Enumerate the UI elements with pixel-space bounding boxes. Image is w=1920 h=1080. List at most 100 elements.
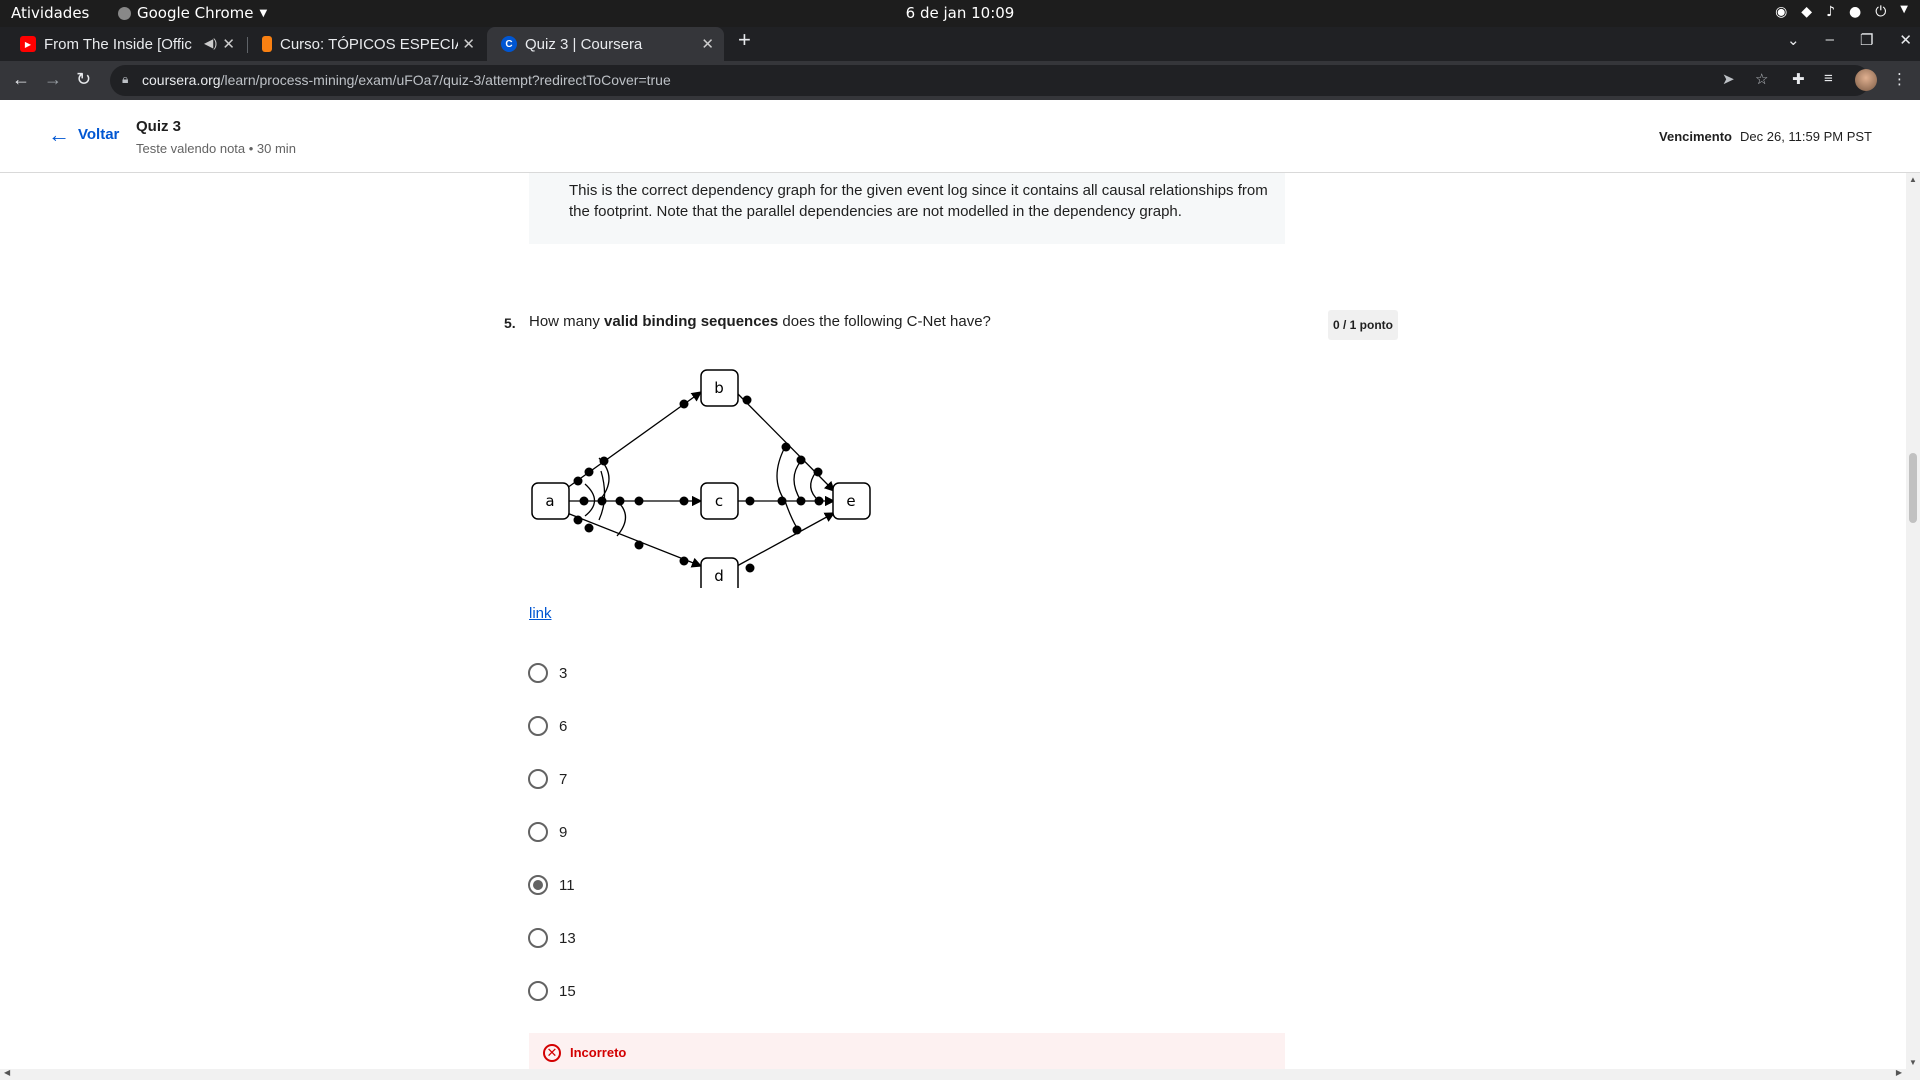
chrome-app-icon (118, 6, 131, 20)
answer-option[interactable]: 11 (528, 874, 575, 896)
back-label: Voltar (78, 126, 120, 143)
app-menu[interactable]: Google Chrome ▼ (118, 4, 267, 22)
node-label: d (714, 567, 724, 585)
tab-search-icon[interactable]: ⌄ (1787, 31, 1800, 49)
discord-icon[interactable]: ◉ (1775, 4, 1787, 20)
quiz-title: Quiz 3 (136, 118, 182, 135)
radio-button[interactable] (528, 822, 548, 842)
close-icon[interactable]: ✕ (462, 35, 475, 53)
answer-option[interactable]: 13 (528, 927, 576, 949)
vertical-scrollbar[interactable]: ▲ ▼ (1906, 173, 1920, 1069)
binding-e-bc-2 (793, 460, 802, 502)
horizontal-scrollbar[interactable]: ◀ ▶ (0, 1068, 1920, 1080)
node-e: e (832, 482, 871, 520)
url-host: coursera.org (142, 72, 221, 88)
tab-strip: ▶ From The Inside [Offic ◀) ✕ Curso: TÓP… (0, 27, 1920, 61)
send-icon[interactable]: ➤ (1722, 70, 1735, 88)
tab-coursera[interactable]: C Quiz 3 | Coursera ✕ (487, 27, 724, 61)
close-icon[interactable]: ✕ (701, 35, 714, 53)
extensions-icon[interactable]: ✚ (1792, 70, 1805, 88)
scroll-up-icon[interactable]: ▲ (1909, 175, 1917, 184)
radio-button[interactable] (528, 663, 548, 683)
question-text-part: does the following C-Net have? (778, 313, 991, 330)
radio-button[interactable] (528, 981, 548, 1001)
result-incorrect-box: ✕ Incorreto (529, 1033, 1285, 1069)
tab-title: From The Inside [Offic (44, 35, 192, 53)
chevron-down-icon[interactable]: ▼ (1900, 4, 1908, 20)
tab-youtube[interactable]: ▶ From The Inside [Offic ◀) ✕ (0, 27, 245, 61)
volume-icon[interactable]: ♪ (1826, 4, 1835, 20)
chevron-down-icon: ▼ (259, 7, 268, 19)
reload-icon[interactable]: ↻ (76, 69, 91, 90)
media-controls-icon[interactable]: ≡ (1824, 70, 1833, 87)
restore-icon[interactable]: ❐ (1860, 31, 1873, 49)
binding-e-cd (784, 500, 798, 529)
node-c: c (700, 482, 739, 520)
address-bar[interactable]: 🔒︎ coursera.org/learn/process-mining/exa… (110, 65, 1870, 96)
previous-feedback-text: This is the correct dependency graph for… (569, 182, 1268, 220)
node-label: a (545, 492, 554, 510)
answer-option-label: 3 (559, 664, 568, 682)
answer-option[interactable]: 6 (528, 715, 567, 737)
question-text-part: How many (529, 313, 605, 330)
points-badge: 0 / 1 ponto (1328, 310, 1398, 340)
browser-toolbar: ← → ↻ 🔒︎ coursera.org/learn/process-mini… (0, 61, 1920, 100)
diagram-link[interactable]: link (529, 605, 552, 622)
answer-option-label: 7 (559, 770, 568, 788)
profile-avatar[interactable] (1855, 69, 1877, 91)
binding-e-bc (776, 446, 786, 502)
answer-option[interactable]: 9 (528, 821, 567, 843)
more-menu-icon[interactable]: ⋮ (1892, 70, 1907, 88)
scroll-down-icon[interactable]: ▼ (1909, 1058, 1917, 1067)
arc-d-e (736, 512, 836, 567)
scroll-right-icon[interactable]: ▶ (1896, 1068, 1902, 1077)
answer-option-label: 15 (559, 982, 576, 1000)
radio-button[interactable] (528, 769, 548, 789)
answer-option-label: 11 (559, 876, 575, 894)
minimize-icon[interactable]: – (1826, 31, 1834, 49)
answer-option[interactable]: 15 (528, 980, 576, 1002)
tab-title: Curso: TÓPICOS ESPECIAI (280, 35, 458, 53)
wifi-icon[interactable]: ◆ (1801, 4, 1812, 20)
system-tray[interactable]: ◉ ◆ ♪ ● ⏻ ▼ (1775, 4, 1908, 20)
radio-button-selected[interactable] (528, 875, 548, 895)
close-icon[interactable]: ✕ (222, 35, 235, 53)
error-x-icon: ✕ (543, 1044, 561, 1062)
microphone-icon[interactable]: ● (1849, 4, 1861, 20)
tab-title: Quiz 3 | Coursera (525, 35, 643, 53)
due-date: Vencimento Dec 26, 11:59 PM PST (1659, 129, 1872, 144)
radio-button[interactable] (528, 928, 548, 948)
node-label: b (714, 379, 724, 397)
back-button[interactable]: ← Voltar (48, 122, 120, 147)
new-tab-button[interactable]: + (738, 27, 751, 53)
power-icon[interactable]: ⏻ (1875, 4, 1886, 20)
answer-option[interactable]: 3 (528, 662, 567, 684)
scrollbar-thumb[interactable] (1909, 453, 1917, 523)
url-text: coursera.org/learn/process-mining/exam/u… (142, 72, 671, 88)
question-text: How many valid binding sequences does th… (529, 313, 991, 330)
due-value: Dec 26, 11:59 PM PST (1740, 129, 1872, 144)
quiz-subtitle: Teste valendo nota • 30 min (136, 141, 296, 156)
scroll-left-icon[interactable]: ◀ (4, 1068, 10, 1077)
binding-a-cd (616, 500, 627, 537)
close-window-icon[interactable]: ✕ (1899, 31, 1912, 49)
answer-option-label: 13 (559, 929, 576, 947)
bookmark-star-icon[interactable]: ☆ (1755, 70, 1768, 88)
activities-button[interactable]: Atividades (11, 4, 89, 22)
cnet-diagram: a b c d e (531, 369, 871, 588)
radio-button[interactable] (528, 716, 548, 736)
due-label: Vencimento (1659, 129, 1732, 144)
speaker-icon[interactable]: ◀) (204, 36, 217, 50)
tab-moodle[interactable]: Curso: TÓPICOS ESPECIAI ✕ (248, 27, 485, 61)
coursera-icon: C (501, 36, 517, 52)
youtube-icon: ▶ (20, 36, 36, 52)
page-content: This is the correct dependency graph for… (0, 100, 1920, 1069)
arc-b-e (736, 392, 835, 492)
arrow-left-icon: ← (48, 122, 70, 147)
answer-option[interactable]: 7 (528, 768, 567, 790)
back-arrow-icon[interactable]: ← (12, 69, 30, 90)
node-b: b (700, 369, 739, 407)
forward-arrow-icon[interactable]: → (44, 69, 62, 90)
answer-option-label: 9 (559, 823, 568, 841)
lock-icon[interactable]: 🔒︎ (122, 72, 128, 87)
